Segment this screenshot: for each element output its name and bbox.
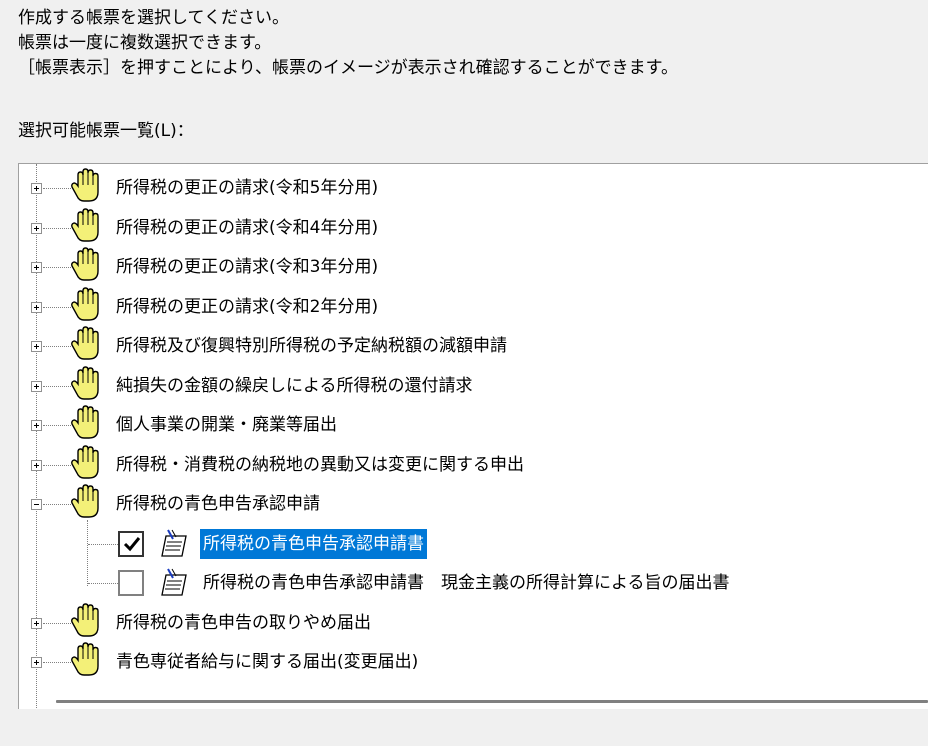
expander-plus-stroke (36, 660, 37, 665)
tree-child-label[interactable]: 所得税の青色申告承認申請書 (199, 527, 428, 560)
tree-node[interactable]: 所得税の更正の請求(令和4年分用) (19, 206, 928, 246)
expand-icon[interactable] (31, 301, 42, 313)
tree-node[interactable]: 青色専従者給与に関する届出(変更届出) (19, 640, 928, 680)
expander-plus-stroke (36, 620, 37, 626)
tree-node[interactable]: 所得税及び復興特別所得税の予定納税額の減額申請 (19, 324, 928, 364)
tree-node[interactable]: 個人事業の開業・廃業等届出 (19, 403, 928, 443)
hand-folder-icon (69, 642, 103, 678)
expander-plus-stroke (36, 383, 37, 389)
tree-branch-line (43, 504, 71, 505)
expander-plus-stroke (36, 265, 37, 270)
expander-plus-stroke (36, 304, 37, 310)
expand-icon[interactable] (31, 222, 42, 234)
hand-folder-icon (69, 365, 103, 402)
tree-node-label[interactable]: 所得税及び復興特別所得税の予定納税額の減額申請 (113, 331, 510, 361)
hand-folder-icon (69, 326, 103, 362)
expand-icon[interactable] (31, 617, 42, 629)
tree-branch-line (43, 662, 71, 663)
tree-branch-line (43, 267, 71, 268)
expander-plus-stroke (36, 462, 37, 468)
expand-icon[interactable] (31, 420, 42, 431)
document-pen-icon (159, 567, 189, 597)
form-checkbox[interactable] (118, 530, 144, 557)
hand-folder-icon (69, 602, 103, 639)
tree-node[interactable]: 所得税の青色申告承認申請 (19, 482, 928, 522)
scrollbar-thumb[interactable] (56, 700, 928, 703)
tree-node[interactable]: 純損失の金額の繰戻しによる所得税の還付請求 (19, 364, 928, 404)
hand-folder-icon (69, 247, 103, 283)
hand-folder-icon (69, 405, 103, 441)
tree-branch-line (43, 464, 71, 466)
tree-node-label[interactable]: 所得税・消費税の納税地の異動又は変更に関する申出 (113, 450, 527, 480)
check-mark-icon (123, 535, 141, 553)
hand-folder-icon (69, 286, 103, 323)
form-tree-view[interactable]: 所得税の更正の請求(令和5年分用) 所得税の更正の請求(令和4年分用) 所得税の… (18, 163, 928, 710)
expander-plus-stroke (36, 423, 37, 428)
hand-folder-icon (69, 207, 103, 244)
tree-child-node[interactable]: 所得税の青色申告承認申請書 (19, 522, 928, 562)
tree-node-label[interactable]: 所得税の更正の請求(令和2年分用) (113, 292, 381, 322)
tree-node-label[interactable]: 純損失の金額の繰戻しによる所得税の還付請求 (113, 371, 476, 401)
instruction-line-2: 帳票は一度に複数選択できます。 (18, 33, 272, 53)
expander-plus-stroke (36, 225, 37, 231)
expand-icon[interactable] (31, 183, 42, 194)
expander-minus-stroke (34, 504, 39, 505)
expand-icon[interactable] (31, 341, 42, 352)
tree-branch-line (88, 583, 118, 584)
tree-branch-line (43, 227, 71, 229)
tree-branch-line (43, 306, 71, 308)
expander-plus-stroke (36, 186, 37, 191)
tree-node-label[interactable]: 個人事業の開業・廃業等届出 (113, 410, 340, 440)
tree-branch-line (43, 346, 71, 347)
expand-icon[interactable] (31, 459, 42, 471)
tree-branch-line (43, 385, 71, 387)
hand-folder-icon (69, 484, 103, 520)
instruction-line-1: 作成する帳票を選択してください。 (18, 8, 289, 28)
tree-branch-line (43, 425, 71, 426)
tree-node-label[interactable]: 所得税の青色申告承認申請 (113, 489, 323, 519)
hand-folder-icon (69, 168, 103, 204)
instructions: 作成する帳票を選択してください。 帳票は一度に複数選択できます。 ［帳票表示］を… (18, 6, 678, 81)
hand-folder-icon (69, 444, 103, 481)
tree-node[interactable]: 所得税の更正の請求(令和5年分用) (19, 166, 928, 206)
tree-child-node[interactable]: 所得税の青色申告承認申請書 現金主義の所得計算による旨の届出書 (19, 561, 928, 601)
tree-node-label[interactable]: 所得税の更正の請求(令和3年分用) (113, 252, 381, 282)
expander-plus-stroke (36, 344, 37, 349)
horizontal-scrollbar[interactable] (18, 700, 928, 727)
tree-branch-line (43, 188, 71, 189)
tree-branch-line (43, 622, 71, 624)
document-pen-icon (159, 528, 189, 558)
tree-node[interactable]: 所得税の更正の請求(令和2年分用) (19, 285, 928, 325)
expand-icon[interactable] (31, 657, 42, 668)
available-forms-label: 選択可能帳票一覧(L)： (18, 121, 194, 141)
tree-node[interactable]: 所得税・消費税の納税地の異動又は変更に関する申出 (19, 443, 928, 483)
tree-child-label[interactable]: 所得税の青色申告承認申請書 現金主義の所得計算による旨の届出書 (200, 568, 733, 598)
tree-node[interactable]: 所得税の更正の請求(令和3年分用) (19, 245, 928, 285)
tree-node-label[interactable]: 青色専従者給与に関する届出(変更届出) (113, 647, 421, 677)
collapse-icon[interactable] (31, 499, 42, 510)
tree-branch-line (88, 543, 118, 545)
expand-icon[interactable] (31, 380, 42, 392)
tree-node-label[interactable]: 所得税の更正の請求(令和4年分用) (113, 213, 381, 243)
tree-node-label[interactable]: 所得税の青色申告の取りやめ届出 (113, 608, 374, 638)
instruction-line-3: ［帳票表示］を押すことにより、帳票のイメージが表示され確認することができます。 (18, 58, 678, 78)
tree-node-label[interactable]: 所得税の更正の請求(令和5年分用) (113, 173, 381, 203)
form-checkbox[interactable] (118, 570, 144, 596)
tree-node[interactable]: 所得税の青色申告の取りやめ届出 (19, 601, 928, 641)
expand-icon[interactable] (31, 262, 42, 273)
